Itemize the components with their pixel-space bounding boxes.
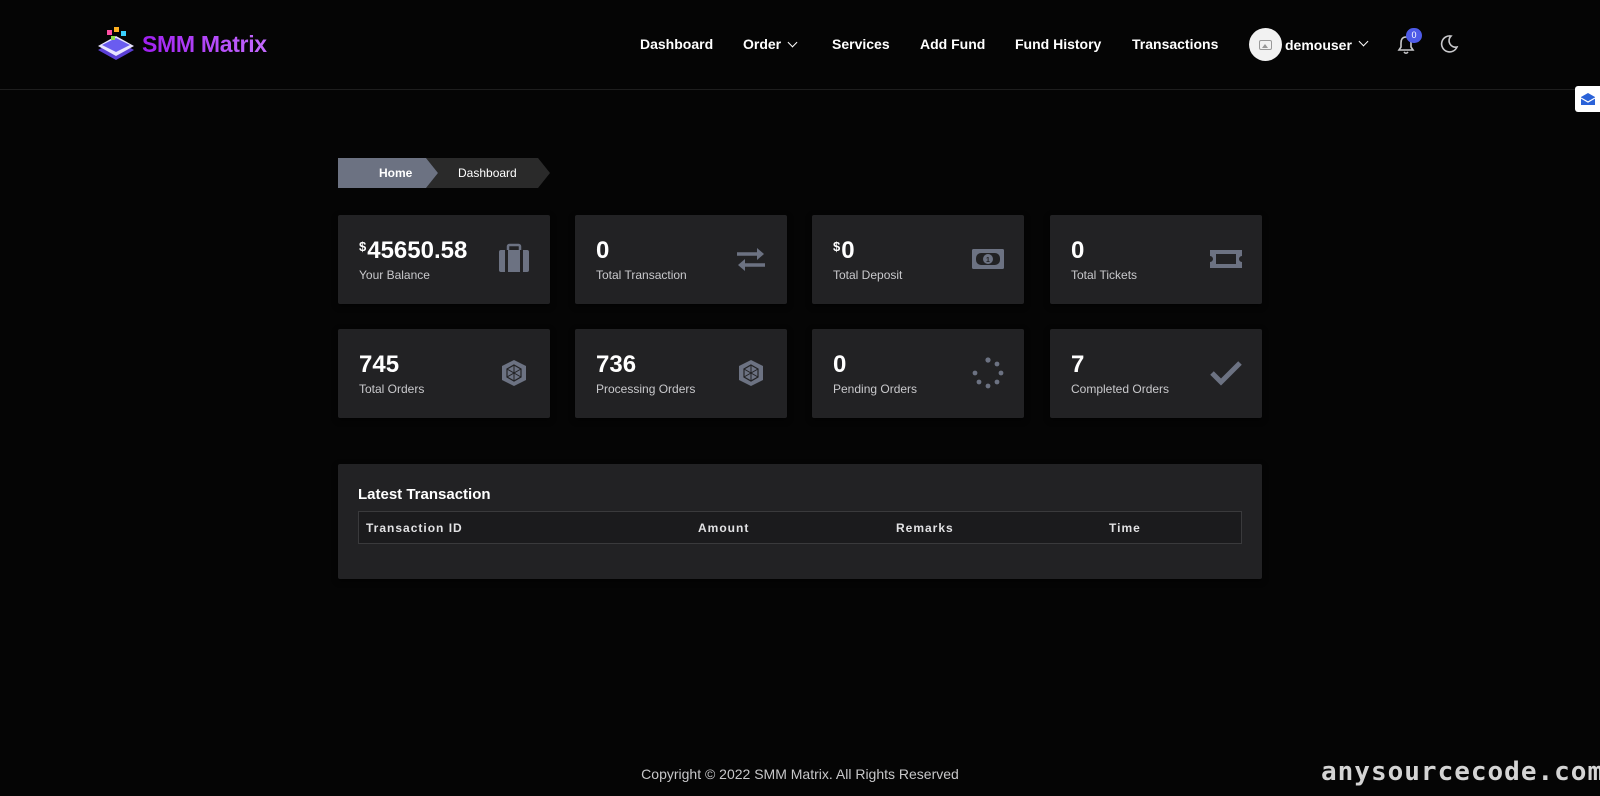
nav-order[interactable]: Order (743, 36, 798, 52)
currency-symbol: $ (359, 239, 367, 254)
chevron-down-icon (787, 37, 798, 48)
envelope-icon (1580, 93, 1595, 105)
chevron-down-icon (1358, 36, 1369, 47)
stat-card-pending-orders: 0 Pending Orders (812, 329, 1024, 418)
stat-card-total-orders: 745 Total Orders (338, 329, 550, 418)
stat-label: Your Balance (359, 268, 430, 282)
breadcrumb-home[interactable]: Home (338, 158, 438, 188)
stat-number: 0 (841, 237, 855, 264)
nav-order-label: Order (743, 36, 782, 52)
column-header-remarks: Remarks (896, 521, 954, 535)
stat-value: 0 (1071, 237, 1084, 265)
stat-label: Total Orders (359, 382, 425, 396)
nav-add-fund[interactable]: Add Fund (920, 36, 985, 52)
stat-value: 736 (596, 351, 636, 379)
column-header-amount: Amount (698, 521, 750, 535)
column-header-time: Time (1109, 521, 1141, 535)
nav-transactions[interactable]: Transactions (1132, 36, 1218, 52)
spinner-icon (972, 357, 1004, 389)
stat-number: 45650.58 (367, 237, 468, 264)
top-header: SMM Matrix Dashboard Order Services Add … (0, 0, 1600, 90)
stat-value: $45650.58 (359, 237, 467, 265)
image-placeholder-icon (1259, 39, 1272, 50)
stat-number: 0 (596, 237, 610, 264)
stat-number: 0 (1071, 237, 1085, 264)
watermark: anysourcecode.com (1321, 757, 1600, 787)
money-bill-icon: 1 (972, 249, 1004, 269)
table-header: Transaction ID Amount Remarks Time (358, 511, 1242, 544)
nav-dashboard[interactable]: Dashboard (640, 36, 713, 52)
exchange-icon (737, 248, 765, 271)
stat-card-deposit: $0 Total Deposit 1 (812, 215, 1024, 304)
stat-label: Completed Orders (1071, 382, 1170, 396)
moon-icon[interactable] (1439, 34, 1459, 54)
stat-number: 745 (359, 351, 400, 378)
username: demouser (1285, 36, 1352, 53)
stat-number: 7 (1071, 351, 1085, 378)
stat-card-completed-orders: 7 Completed Orders (1050, 329, 1262, 418)
brand-name: SMM Matrix (142, 30, 267, 57)
side-support-tab[interactable] (1575, 86, 1600, 112)
stat-number: 0 (833, 351, 847, 378)
nav-fund-history[interactable]: Fund History (1015, 36, 1101, 52)
stat-card-balance: $45650.58 Your Balance (338, 215, 550, 304)
stat-label: Pending Orders (833, 382, 918, 396)
stat-value: 0 (833, 351, 846, 379)
stat-label: Total Deposit (833, 268, 903, 282)
stat-label: Processing Orders (596, 382, 696, 396)
avatar (1249, 28, 1282, 61)
brand-logo[interactable]: SMM Matrix (94, 24, 267, 64)
stat-value: 0 (596, 237, 609, 265)
panel-title: Latest Transaction (358, 486, 491, 503)
notification-badge: 0 (1406, 28, 1422, 43)
user-menu[interactable]: demouser (1249, 28, 1369, 61)
ticket-icon (1210, 250, 1242, 268)
stat-card-tickets: 0 Total Tickets (1050, 215, 1262, 304)
stat-number: 736 (596, 351, 637, 378)
check-icon (1210, 361, 1242, 386)
stat-label: Total Transaction (596, 268, 687, 282)
column-header-transaction-id: Transaction ID (366, 521, 463, 535)
stat-card-processing-orders: 736 Processing Orders (575, 329, 787, 418)
stat-value: 745 (359, 351, 399, 379)
currency-symbol: $ (833, 239, 841, 254)
stat-card-transactions: 0 Total Transaction (575, 215, 787, 304)
stat-value: 7 (1071, 351, 1084, 379)
cube-icon (502, 360, 526, 386)
latest-transaction-panel: Latest Transaction Transaction ID Amount… (338, 464, 1262, 579)
stat-label: Total Tickets (1071, 268, 1138, 282)
logo-icon (98, 27, 134, 60)
cube-icon (739, 360, 763, 386)
breadcrumb-current: Dashboard (426, 158, 550, 188)
stat-value: $0 (833, 237, 855, 265)
briefcase-icon (499, 243, 529, 272)
svg-text:1: 1 (986, 257, 990, 264)
nav-services[interactable]: Services (832, 36, 890, 52)
